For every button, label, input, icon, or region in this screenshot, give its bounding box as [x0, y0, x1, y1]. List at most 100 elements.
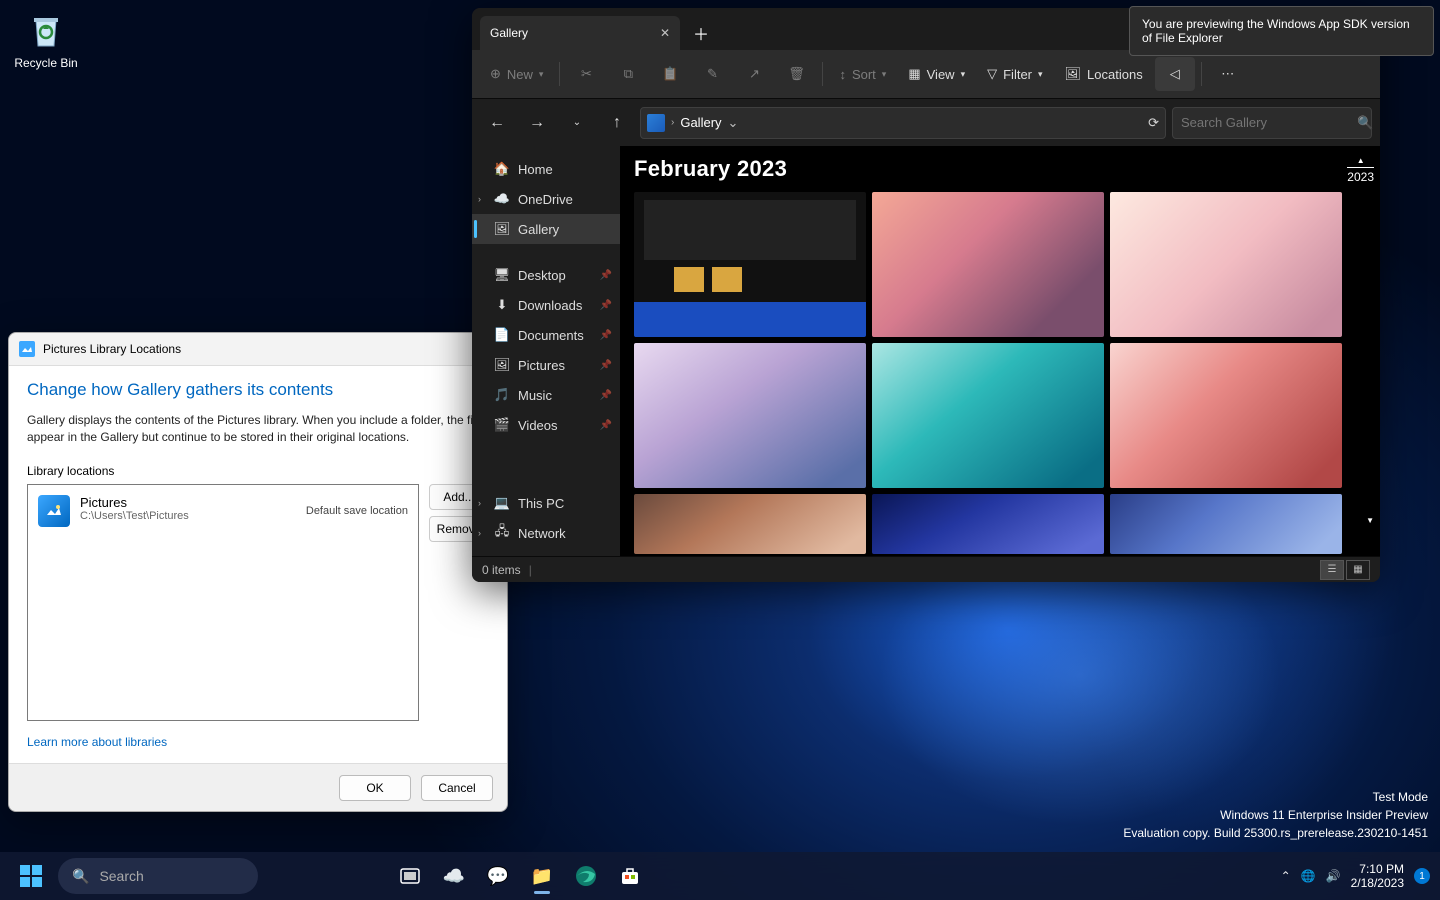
ok-button[interactable]: OK — [339, 775, 411, 801]
view-button[interactable]: ▦ View ▾ — [898, 57, 975, 91]
address-dropdown-icon[interactable]: ⌄ — [728, 115, 739, 131]
breadcrumb[interactable]: Gallery — [680, 115, 721, 130]
triangle-up-icon[interactable]: ▲ — [1347, 156, 1374, 165]
nav-desktop[interactable]: 🖥Desktop📌 — [472, 260, 620, 290]
start-button[interactable] — [10, 856, 52, 896]
videos-icon: 🎬 — [494, 417, 510, 433]
nav-thispc[interactable]: ›💻This PC — [472, 488, 620, 518]
thumbnail[interactable] — [872, 343, 1104, 488]
cut-button[interactable]: ✂ — [566, 57, 606, 91]
chevron-right-icon[interactable]: › — [478, 528, 481, 538]
store-taskbar[interactable] — [610, 856, 650, 896]
clock[interactable]: 7:10 PM 2/18/2023 — [1351, 862, 1404, 891]
learn-more-link[interactable]: Learn more about libraries — [27, 735, 489, 749]
paste-button[interactable]: 📋 — [650, 57, 690, 91]
pin-icon[interactable]: 📌 — [600, 360, 612, 371]
file-explorer-taskbar[interactable]: 📁 — [522, 856, 562, 896]
slideshow-button[interactable]: ◁ — [1155, 57, 1195, 91]
cut-icon: ✂ — [581, 66, 592, 82]
pin-icon[interactable]: 📌 — [600, 270, 612, 281]
chevron-right-icon[interactable]: › — [478, 194, 481, 204]
filter-button[interactable]: ▽ Filter ▾ — [977, 57, 1052, 91]
dialog-title: Pictures Library Locations — [43, 342, 181, 356]
volume-icon[interactable]: 🔊 — [1326, 869, 1341, 883]
recent-button[interactable]: ⌄ — [560, 106, 594, 140]
language-icon[interactable]: 🌐 — [1301, 869, 1316, 883]
search-box[interactable]: 🔍 — [1172, 107, 1372, 139]
location-item[interactable]: Pictures C:\Users\Test\Pictures Default … — [34, 491, 412, 531]
dialog-titlebar[interactable]: Pictures Library Locations — [9, 333, 507, 365]
thumbnails-view-toggle[interactable]: ▦ — [1346, 560, 1370, 580]
refresh-button[interactable]: ⟳ — [1148, 115, 1159, 131]
tab-label: Gallery — [490, 26, 528, 40]
more-icon: ⋯ — [1221, 66, 1234, 82]
navbar: ← → ⌄ ↑ › Gallery ⌄ ⟳ 🔍 — [472, 98, 1380, 146]
up-button[interactable]: ↑ — [600, 106, 634, 140]
sort-button[interactable]: ↕ Sort ▾ — [829, 57, 896, 91]
nav-pictures[interactable]: 🖼Pictures📌 — [472, 350, 620, 380]
thumbnail[interactable] — [634, 343, 866, 488]
thumbnail[interactable] — [872, 494, 1104, 554]
cancel-button[interactable]: Cancel — [421, 775, 493, 801]
locations-listbox[interactable]: Pictures C:\Users\Test\Pictures Default … — [27, 484, 419, 721]
pin-icon[interactable]: 📌 — [600, 420, 612, 431]
thumbnail[interactable] — [1110, 343, 1342, 488]
chevron-right-icon[interactable]: › — [478, 498, 481, 508]
trash-icon: 🗑 — [788, 66, 805, 82]
chat-button[interactable]: 💬 — [478, 856, 518, 896]
nav-documents[interactable]: 📄Documents📌 — [472, 320, 620, 350]
nav-downloads[interactable]: ⬇Downloads📌 — [472, 290, 620, 320]
statusbar: 0 items | ☰ ▦ — [472, 556, 1380, 582]
recycle-bin[interactable]: Recycle Bin — [8, 8, 84, 70]
nav-music[interactable]: 🎵Music📌 — [472, 380, 620, 410]
nav-onedrive[interactable]: ›☁️OneDrive — [472, 184, 620, 214]
delete-button[interactable]: 🗑 — [776, 57, 816, 91]
triangle-down-icon[interactable]: ▼ — [1366, 516, 1374, 525]
edge-taskbar[interactable] — [566, 856, 606, 896]
chevron-down-icon: ▾ — [1038, 69, 1043, 80]
pin-icon[interactable]: 📌 — [600, 330, 612, 341]
thumbnail[interactable] — [634, 494, 866, 554]
more-button[interactable]: ⋯ — [1208, 57, 1248, 91]
search-input[interactable] — [1181, 115, 1357, 130]
toolbar: ⊕ New ▾ ✂ ⧉ 📋 ✎ ↗ 🗑 ↕ Sort ▾ ▦ View ▾ ▽ … — [472, 50, 1380, 98]
nav-videos[interactable]: 🎬Videos📌 — [472, 410, 620, 440]
year-label: 2023 — [1347, 167, 1374, 184]
new-tab-button[interactable]: ＋ — [684, 16, 718, 50]
address-bar[interactable]: › Gallery ⌄ ⟳ — [640, 107, 1166, 139]
details-view-toggle[interactable]: ☰ — [1320, 560, 1344, 580]
thumbnail[interactable] — [1110, 192, 1342, 337]
tray-overflow[interactable]: ⌃ — [1281, 869, 1291, 883]
pin-icon[interactable]: 📌 — [600, 390, 612, 401]
close-tab-icon[interactable]: ✕ — [660, 26, 670, 40]
nav-network[interactable]: ›🖧Network — [472, 518, 620, 548]
pin-icon[interactable]: 📌 — [600, 300, 612, 311]
thumbnail[interactable] — [1110, 494, 1342, 554]
timeline-scrubber[interactable]: ▲ 2023 ▼ — [1347, 156, 1374, 184]
windows-icon — [20, 865, 42, 887]
thumbnail[interactable] — [634, 192, 866, 337]
widgets-button[interactable]: ☁️ — [434, 856, 474, 896]
thumbnail-grid — [634, 192, 1366, 554]
nav-gallery[interactable]: 🖼Gallery — [472, 214, 620, 244]
pictures-folder-icon — [38, 495, 70, 527]
arrow-right-icon: → — [529, 114, 545, 132]
gallery-icon — [647, 114, 665, 132]
back-button[interactable]: ← — [480, 106, 514, 140]
forward-button[interactable]: → — [520, 106, 554, 140]
taskbar-search[interactable]: 🔍 Search — [58, 858, 258, 894]
tab-gallery[interactable]: Gallery ✕ — [480, 16, 680, 50]
copy-button[interactable]: ⧉ — [608, 57, 648, 91]
new-button[interactable]: ⊕ New ▾ — [480, 57, 553, 91]
task-view-button[interactable] — [390, 856, 430, 896]
rename-button[interactable]: ✎ — [692, 57, 732, 91]
notification-badge[interactable]: 1 — [1414, 868, 1430, 884]
nav-home[interactable]: 🏠Home — [472, 154, 620, 184]
share-button[interactable]: ↗ — [734, 57, 774, 91]
time: 7:10 PM — [1351, 862, 1404, 876]
library-locations-dialog: Pictures Library Locations Change how Ga… — [8, 332, 508, 812]
locations-button[interactable]: 🖼 Locations — [1055, 57, 1153, 91]
file-explorer-window: Gallery ✕ ＋ ⊕ New ▾ ✂ ⧉ 📋 ✎ ↗ 🗑 ↕ Sort ▾… — [472, 8, 1380, 582]
documents-icon: 📄 — [494, 327, 510, 343]
thumbnail[interactable] — [872, 192, 1104, 337]
